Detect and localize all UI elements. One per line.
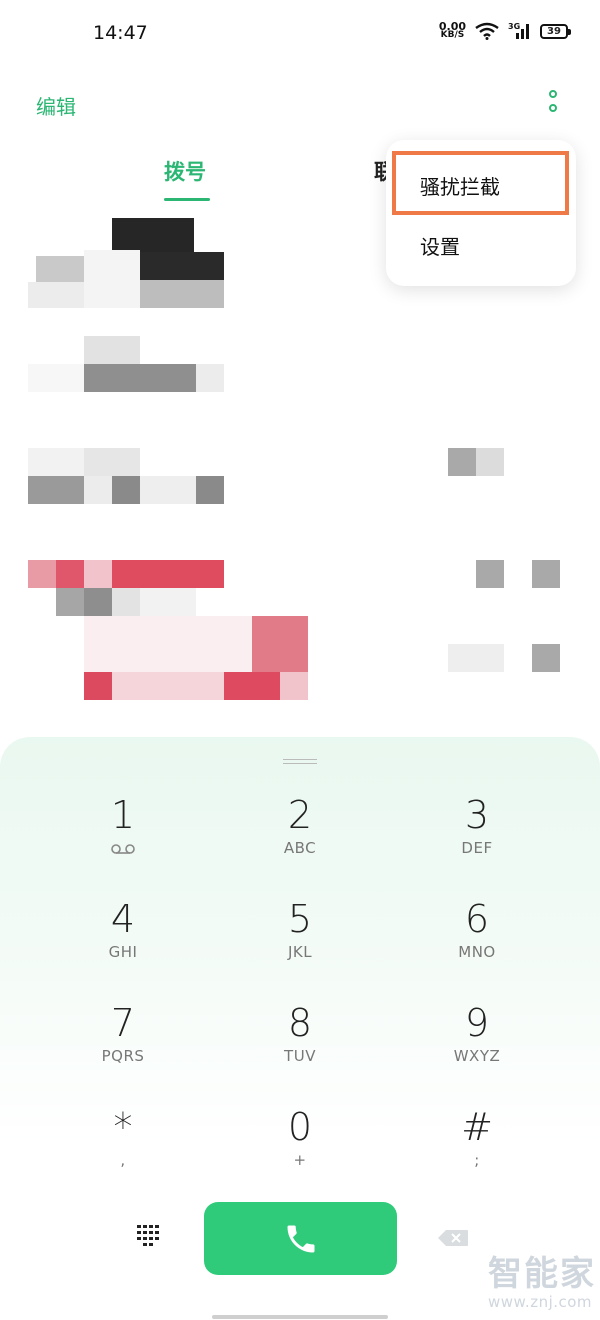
call-log-blur: [28, 282, 84, 308]
key-digit: 7: [110, 1001, 136, 1045]
call-log-blur: [532, 644, 560, 672]
key-letters: TUV: [284, 1047, 316, 1065]
call-log-blur: [224, 672, 280, 700]
wifi-icon: [475, 22, 499, 40]
watermark-url: www.znj.com: [488, 1293, 593, 1311]
key-letters: PQRS: [101, 1047, 145, 1065]
key-letters: DEF: [461, 839, 493, 857]
dialpad-key-star[interactable]: * ,: [43, 1105, 203, 1195]
dialpad-key-1[interactable]: 1: [43, 793, 203, 883]
network-speed: 0.00 KB/S: [439, 21, 466, 40]
call-log-blur: [84, 588, 112, 616]
home-indicator: [212, 1315, 388, 1319]
battery-level: 39: [547, 25, 561, 37]
call-log-blur: [532, 560, 560, 588]
battery-icon: 39: [540, 23, 571, 39]
call-log-blur: [84, 448, 140, 476]
call-log-blur: [448, 644, 504, 672]
status-icons: 0.00 KB/S 3G 39: [439, 21, 571, 40]
dialpad-key-0[interactable]: 0 +: [220, 1105, 380, 1195]
drag-handle[interactable]: [283, 759, 317, 764]
dialpad-toggle-icon[interactable]: [136, 1223, 162, 1251]
call-log-blur: [84, 476, 112, 504]
key-digit: 3: [464, 793, 490, 837]
call-log-list: [0, 210, 600, 730]
call-log-blur: [280, 672, 308, 700]
call-log-blur: [140, 252, 224, 280]
call-log-blur: [84, 616, 252, 672]
call-log-blur: [56, 588, 84, 616]
call-button[interactable]: [204, 1202, 397, 1275]
network-speed-unit: KB/S: [440, 30, 465, 40]
call-log-blur: [476, 560, 504, 588]
key-letters: GHI: [108, 943, 138, 961]
key-digit: 8: [287, 1001, 313, 1045]
call-log-blur: [112, 588, 140, 616]
call-log-blur: [196, 476, 224, 504]
key-letters: ,: [120, 1151, 126, 1169]
call-log-blur: [28, 476, 84, 504]
call-log-blur: [84, 560, 112, 588]
key-digit: *: [113, 1105, 133, 1149]
dialpad-key-5[interactable]: 5 JKL: [220, 897, 380, 987]
voicemail-icon: [111, 844, 135, 854]
call-log-blur: [36, 256, 84, 282]
call-log-blur: [28, 560, 56, 588]
call-log-blur: [140, 476, 196, 504]
key-letters: WXYZ: [453, 1047, 501, 1065]
key-digit: 9: [464, 1001, 490, 1045]
key-digit: 4: [110, 897, 136, 941]
call-log-blur: [252, 616, 308, 672]
call-log-blur: [476, 448, 504, 476]
key-letters: ABC: [283, 839, 317, 857]
call-log-blur: [28, 448, 84, 476]
dialpad-key-6[interactable]: 6 MNO: [397, 897, 557, 987]
call-log-blur: [84, 364, 196, 392]
call-log-blur: [196, 364, 224, 392]
status-bar: 14:47 0.00 KB/S 3G 39: [0, 0, 600, 66]
tab-dial[interactable]: 拨号: [164, 156, 206, 186]
dialpad-key-8[interactable]: 8 TUV: [220, 1001, 380, 1091]
call-log-blur: [56, 560, 84, 588]
call-log-blur: [448, 448, 476, 476]
highlight-annotation: [392, 151, 569, 215]
dialpad-key-3[interactable]: 3 DEF: [397, 793, 557, 883]
more-vertical-icon[interactable]: [540, 88, 566, 118]
dialpad-key-9[interactable]: 9 WXYZ: [397, 1001, 557, 1091]
signal-icon: 3G: [508, 22, 529, 39]
call-log-blur: [84, 672, 112, 700]
menu-item-settings[interactable]: 设置: [420, 231, 460, 260]
dialpad-key-4[interactable]: 4 GHI: [43, 897, 203, 987]
key-digit: 6: [464, 897, 490, 941]
key-letters: MNO: [458, 943, 496, 961]
key-digit: 1: [110, 793, 136, 837]
dialpad-key-7[interactable]: 7 PQRS: [43, 1001, 203, 1091]
key-letters: +: [293, 1151, 307, 1169]
key-digit: #: [461, 1105, 493, 1149]
key-letters: JKL: [287, 943, 313, 961]
call-log-blur: [84, 336, 140, 364]
dialpad-key-2[interactable]: 2 ABC: [220, 793, 380, 883]
dialpad-panel: 1 2 ABC 3 DEF 4 GHI 5 JKL 6 MNO 7 PQRS 8…: [0, 737, 600, 1320]
call-log-blur: [112, 476, 140, 504]
call-log-blur: [140, 588, 196, 616]
edit-button[interactable]: 编辑: [36, 91, 76, 120]
call-log-blur: [112, 560, 224, 588]
key-digit: 0: [287, 1105, 313, 1149]
call-log-blur: [140, 280, 224, 308]
phone-icon: [287, 1225, 314, 1252]
tab-active-indicator: [164, 198, 210, 201]
key-letters: ;: [474, 1151, 480, 1169]
backspace-icon[interactable]: [437, 1229, 469, 1247]
status-time: 14:47: [93, 22, 148, 44]
watermark-logo-text: 智能家: [488, 1254, 596, 1294]
call-log-blur: [84, 250, 140, 308]
watermark: 智能家 www.znj.com: [488, 1254, 596, 1310]
key-digit: 2: [287, 793, 313, 837]
call-log-blur: [112, 672, 224, 700]
key-digit: 5: [287, 897, 313, 941]
dialpad-key-hash[interactable]: # ;: [397, 1105, 557, 1195]
svg-text:3G: 3G: [508, 22, 520, 31]
call-log-blur: [28, 364, 84, 392]
